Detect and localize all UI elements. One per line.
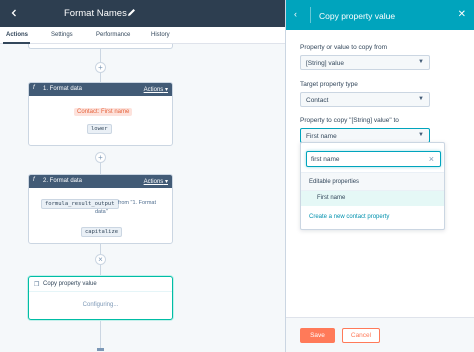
panel-footer: Save Cancel xyxy=(286,317,474,352)
action-card-format-data-2[interactable]: f 2. Format data Actions ▾ formula_resul… xyxy=(28,174,173,244)
action-card-format-data-1[interactable]: f 1. Format data Actions ▾ Contact: Firs… xyxy=(28,82,173,146)
target-type-select[interactable]: Contact ▼ xyxy=(300,92,430,107)
action-card-copy-property[interactable]: ❐ Copy property value Configuring... xyxy=(28,276,173,320)
chevron-down-icon: ▼ xyxy=(418,132,424,138)
card-divider xyxy=(29,291,172,292)
tab-actions[interactable]: Actions xyxy=(6,32,28,38)
tab-settings[interactable]: Settings xyxy=(51,32,73,38)
target-type-label: Target property type xyxy=(300,81,358,88)
panel-title: Copy property value xyxy=(319,11,396,21)
operation-token: capitalize xyxy=(81,227,123,237)
panel-header: ‹ Copy property value ✕ xyxy=(286,0,474,30)
card-status: Configuring... xyxy=(82,302,119,308)
card-title: 2. Format data xyxy=(43,178,83,184)
card-actions-label: Actions xyxy=(143,87,164,93)
card-title: 1. Format data xyxy=(43,86,83,92)
panel-back-icon[interactable]: ‹ xyxy=(294,9,297,19)
property-dropdown: first name × Editable properties First n… xyxy=(300,142,445,230)
card-actions-menu[interactable]: Actions ▾ xyxy=(144,178,168,185)
function-icon: f xyxy=(33,177,35,183)
source-suffix-line2: data" xyxy=(95,209,108,215)
close-icon[interactable]: ✕ xyxy=(458,9,466,20)
card-actions-menu[interactable]: Actions ▾ xyxy=(144,86,168,93)
option-label: First name xyxy=(317,195,346,201)
dropdown-section-header: Editable properties xyxy=(301,172,444,191)
target-property-value: First name xyxy=(306,133,337,140)
copy-from-value: [String] value xyxy=(306,60,344,67)
card-header: f 1. Format data Actions ▾ xyxy=(29,83,172,96)
end-marker xyxy=(97,348,104,351)
formula-token: formula_result_output xyxy=(41,199,119,209)
cancel-button[interactable]: Cancel xyxy=(342,328,380,343)
operation-token: lower xyxy=(87,124,112,134)
add-action-plus-icon[interactable]: + xyxy=(95,152,106,163)
active-tab-indicator xyxy=(3,42,30,44)
section-label: Editable properties xyxy=(309,179,360,185)
card-header: f 2. Format data Actions ▾ xyxy=(29,175,172,188)
add-action-plus-icon[interactable]: + xyxy=(95,62,106,73)
tab-performance[interactable]: Performance xyxy=(96,32,130,38)
property-token: Contact: First name xyxy=(74,108,133,116)
tab-history[interactable]: History xyxy=(151,32,170,38)
delete-x-icon[interactable]: × xyxy=(95,254,106,265)
card-actions-label: Actions xyxy=(143,179,164,185)
workflow-topbar: Format Names xyxy=(0,0,285,27)
target-property-label: Property to copy "[String] value" to xyxy=(300,117,399,124)
card-title: Copy property value xyxy=(43,281,97,287)
source-suffix: from "1. Format xyxy=(118,200,157,206)
save-button[interactable]: Save xyxy=(300,328,335,343)
back-arrow-icon[interactable] xyxy=(8,7,20,19)
config-panel: ‹ Copy property value ✕ Property or valu… xyxy=(285,0,474,352)
workflow-tabs: Actions Settings Performance History xyxy=(0,27,285,44)
copy-from-select[interactable]: [String] value ▼ xyxy=(300,55,430,70)
chevron-down-icon: ▼ xyxy=(418,59,424,65)
search-value: first name xyxy=(311,156,340,163)
previous-card-stub xyxy=(28,44,173,49)
dropdown-option-first-name[interactable]: First name xyxy=(301,191,444,206)
clear-icon[interactable]: × xyxy=(429,154,434,164)
create-property-link[interactable]: Create a new contact property xyxy=(309,214,389,220)
property-search-input[interactable]: first name × xyxy=(306,151,441,167)
connector-line xyxy=(100,320,101,348)
chevron-down-icon: ▼ xyxy=(418,96,424,102)
target-property-select[interactable]: First name ▼ xyxy=(300,128,430,143)
target-type-value: Contact xyxy=(306,97,329,104)
copy-from-label: Property or value to copy from xyxy=(300,44,388,51)
pencil-icon[interactable] xyxy=(127,8,136,17)
workflow-editor: Format Names Actions Settings Performanc… xyxy=(0,0,285,352)
header-separator xyxy=(310,7,311,23)
workflow-title: Format Names xyxy=(64,8,127,19)
function-icon: f xyxy=(33,85,35,91)
copy-icon: ❐ xyxy=(34,282,40,288)
